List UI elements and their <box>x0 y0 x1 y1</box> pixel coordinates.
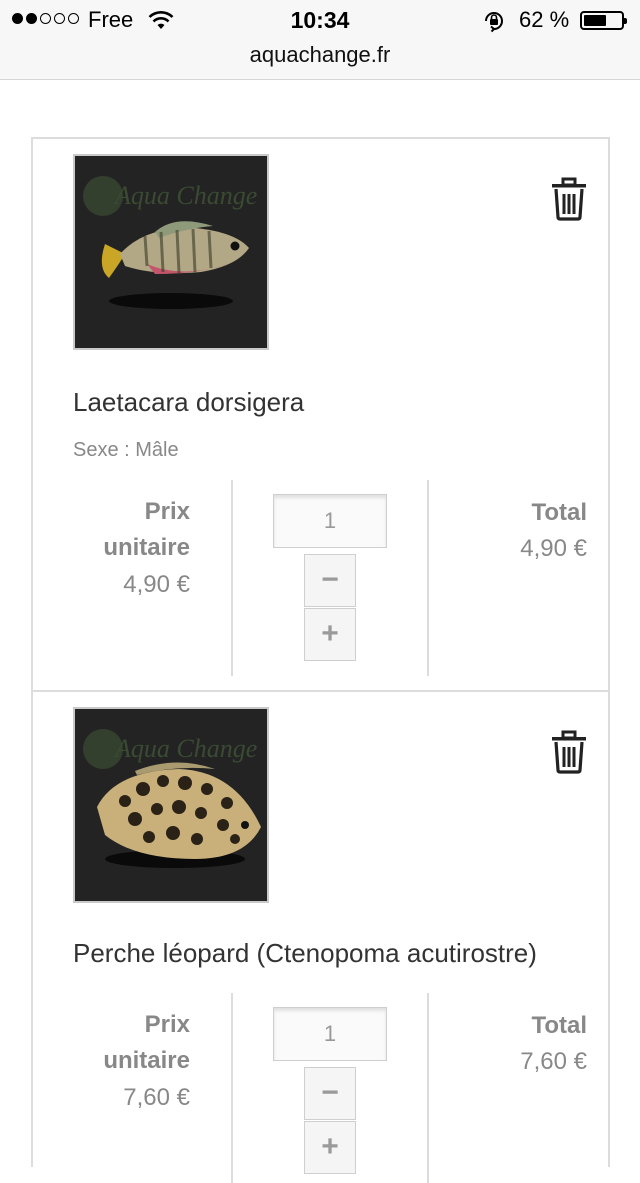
quantity-input[interactable] <box>273 494 387 548</box>
quantity-input[interactable] <box>273 1007 387 1061</box>
cart-item: Aqua Change Laetacara dorsigera Sexe : M… <box>33 139 608 692</box>
svg-text:Aqua Change: Aqua Change <box>113 181 257 210</box>
product-name[interactable]: Laetacara dorsigera <box>73 387 304 418</box>
product-name[interactable]: Perche léopard (Ctenopoma acutirostre) <box>73 938 537 969</box>
battery-icon <box>580 11 627 30</box>
unit-price-label: Prix unitaire <box>103 1011 190 1074</box>
cart-item: Aqua Change Perche léopard (Ctenopoma ac… <box>33 692 608 1183</box>
product-attribute: Sexe : Mâle <box>73 439 179 461</box>
status-bar: Free 10:34 62 % <box>0 0 640 40</box>
carrier-name: Free <box>88 7 134 32</box>
cart-table: Aqua Change Laetacara dorsigera Sexe : M… <box>31 137 610 1183</box>
svg-text:Aqua Change: Aqua Change <box>113 734 257 763</box>
column-divider <box>427 480 429 676</box>
increase-quantity-button[interactable]: + <box>304 608 356 661</box>
column-divider <box>231 993 233 1183</box>
remove-item-button[interactable] <box>549 177 589 221</box>
decrease-quantity-button[interactable]: − <box>304 1067 356 1120</box>
rotation-lock-icon <box>482 9 506 38</box>
browser-top-bar: Free 10:34 62 % aquachange.fr <box>0 0 640 80</box>
total-value: 7,60 € <box>520 1048 587 1075</box>
remove-item-button[interactable] <box>549 730 589 774</box>
unit-price-value: 7,60 € <box>123 1084 190 1111</box>
unit-price-value: 4,90 € <box>123 571 190 598</box>
battery-percent: 62 % <box>519 7 570 32</box>
decrease-quantity-button[interactable]: − <box>304 554 356 607</box>
column-divider <box>427 993 429 1183</box>
product-image[interactable]: Aqua Change <box>73 707 269 903</box>
increase-quantity-button[interactable]: + <box>304 1121 356 1174</box>
signal-strength-icon <box>12 13 79 24</box>
total-label: Total <box>531 1012 587 1039</box>
total-value: 4,90 € <box>520 535 587 562</box>
address-bar-url[interactable]: aquachange.fr <box>0 42 640 68</box>
wifi-icon <box>148 9 174 36</box>
unit-price-label: Prix unitaire <box>103 498 190 561</box>
total-label: Total <box>531 499 587 526</box>
product-image[interactable]: Aqua Change <box>73 154 269 350</box>
column-divider <box>231 480 233 676</box>
